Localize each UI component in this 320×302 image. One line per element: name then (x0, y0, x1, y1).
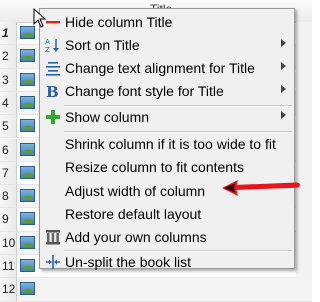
book-cover-icon (20, 95, 35, 109)
split-icon (46, 255, 60, 269)
menu-item-label: Shrink column if it is too wide to fit (65, 136, 276, 152)
menu-item-show-column[interactable]: Show column (40, 106, 294, 129)
submenu-arrow-icon (281, 62, 286, 70)
sort-icon: A Z (45, 38, 59, 53)
row-number: 4 (0, 91, 17, 115)
book-cover-icon (20, 142, 35, 156)
menu-item-restore-default-layout[interactable]: Restore default layout (40, 203, 294, 226)
menu-item-label: Resize column to fit contents (65, 159, 244, 175)
annotation-arrow-icon (222, 180, 300, 196)
book-cover-icon (20, 165, 35, 179)
row-number: 9 (0, 208, 17, 231)
menu-item-label: Hide column Title (65, 14, 173, 30)
row-number: 1 (0, 22, 17, 45)
menu-item-label: Change text alignment for Title (65, 60, 255, 76)
mouse-cursor-icon (33, 8, 47, 28)
font-style-icon: B (46, 83, 59, 99)
book-cover-icon (20, 282, 35, 296)
submenu-arrow-icon (281, 85, 286, 93)
book-cover-icon (20, 189, 35, 203)
menu-item-label: Show column (65, 109, 150, 125)
book-cover-icon (20, 49, 35, 63)
add-column-icon (46, 110, 60, 124)
row-number: 11 (0, 255, 17, 278)
svg-text:Z: Z (45, 46, 50, 53)
column-context-menu: Hide column Title A Z Sort on Title Chan… (39, 8, 295, 270)
book-cover-icon (20, 212, 35, 226)
menu-item-sort[interactable]: A Z Sort on Title (40, 34, 294, 57)
menu-item-label: Change font style for Title (65, 83, 224, 99)
table-right-edge (296, 22, 312, 281)
row-number: 5 (0, 115, 17, 138)
menu-item-font-style[interactable]: B Change font style for Title (40, 80, 294, 103)
svg-text:A: A (45, 38, 50, 46)
row-number: 2 (0, 45, 17, 68)
menu-item-label: Add your own columns (65, 229, 207, 245)
menu-item-label: Sort on Title (65, 37, 140, 53)
row-number: 8 (0, 185, 17, 208)
row-number: 6 (0, 138, 17, 161)
menu-item-label: Adjust width of column (65, 183, 206, 199)
submenu-arrow-icon (281, 39, 286, 47)
menu-item-text-alignment[interactable]: Change text alignment for Title (40, 57, 294, 80)
menu-item-label: Un-split the book list (65, 254, 192, 270)
row-number: 12 (0, 278, 17, 301)
menu-item-shrink-column[interactable]: Shrink column if it is too wide to fit (40, 133, 294, 156)
submenu-arrow-icon (281, 111, 286, 119)
text-alignment-icon (46, 62, 60, 76)
menu-item-hide-column[interactable]: Hide column Title (40, 11, 294, 34)
columns-icon (46, 230, 60, 245)
row-number: 7 (0, 161, 17, 185)
book-cover-icon (20, 259, 35, 272)
menu-item-label: Restore default layout (65, 206, 202, 222)
book-cover-icon (20, 119, 35, 133)
svg-text:B: B (46, 83, 59, 99)
row-number: 3 (0, 68, 17, 91)
menu-item-add-own-columns[interactable]: Add your own columns (40, 226, 294, 249)
table-row[interactable]: 12 (0, 278, 312, 302)
book-cover-icon (20, 235, 35, 249)
row-number: 10 (0, 231, 17, 254)
menu-item-unsplit-book-list[interactable]: Un-split the book list (40, 251, 294, 274)
book-cover-icon (20, 72, 35, 86)
